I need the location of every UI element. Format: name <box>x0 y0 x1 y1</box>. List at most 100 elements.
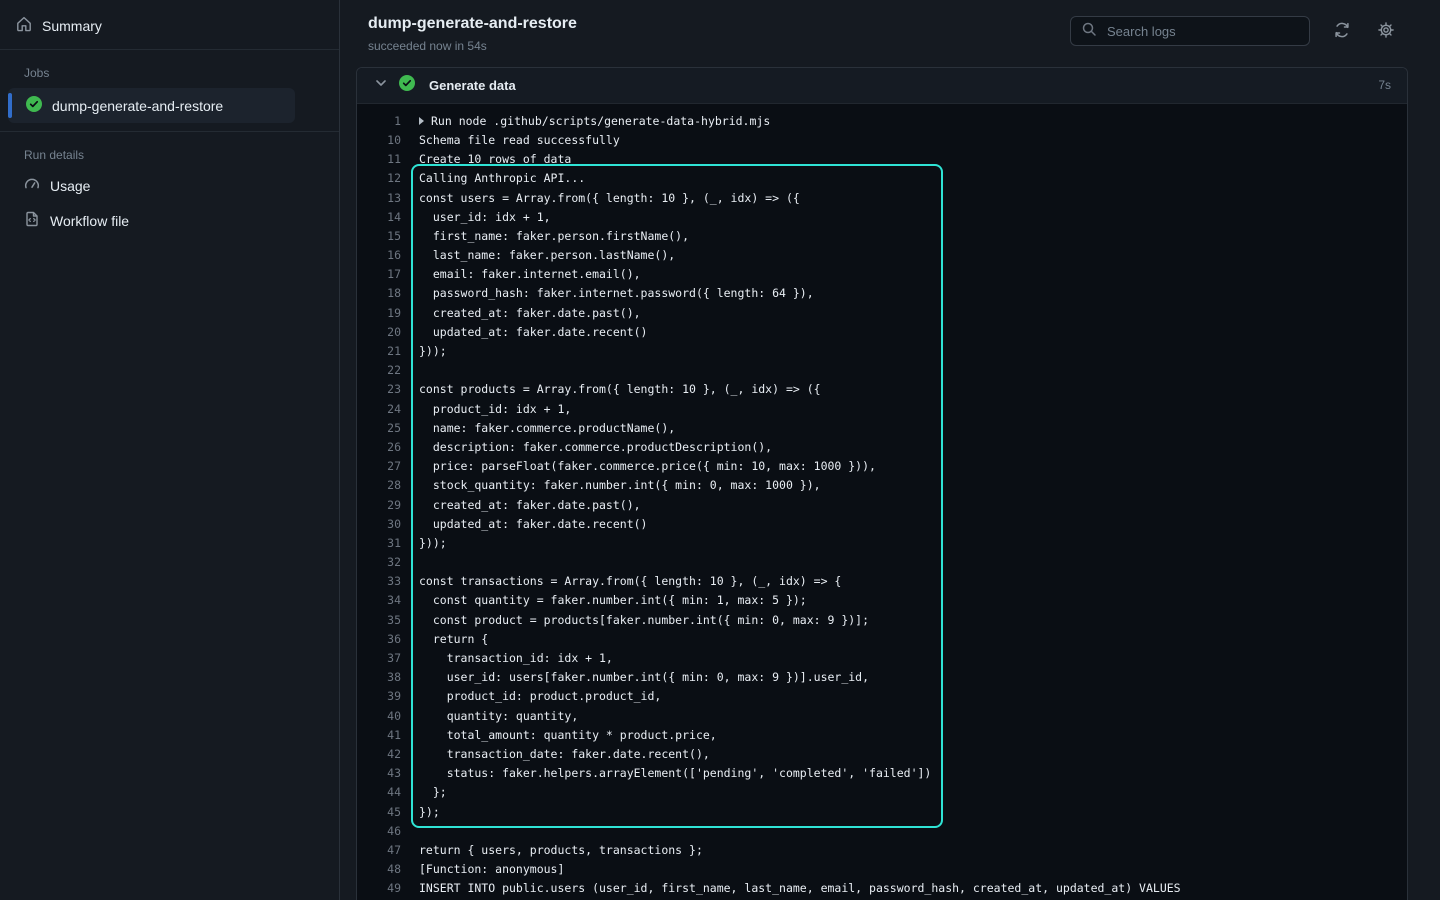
log-line-number[interactable]: 33 <box>357 572 401 591</box>
log-line-number[interactable]: 20 <box>357 323 401 342</box>
log-line[interactable]: 30 updated_at: faker.date.recent() <box>357 515 1407 534</box>
log-line-number[interactable]: 13 <box>357 189 401 208</box>
log-line[interactable]: 29 created_at: faker.date.past(), <box>357 496 1407 515</box>
log-line-number[interactable]: 26 <box>357 438 401 457</box>
log-line-number[interactable]: 29 <box>357 496 401 515</box>
log-line-number[interactable]: 23 <box>357 380 401 399</box>
log-line[interactable]: 16 last_name: faker.person.lastName(), <box>357 246 1407 265</box>
log-line[interactable]: 21})); <box>357 342 1407 361</box>
log-line-number[interactable]: 48 <box>357 860 401 879</box>
log-line[interactable]: 48[Function: anonymous] <box>357 860 1407 879</box>
log-line[interactable]: 28 stock_quantity: faker.number.int({ mi… <box>357 476 1407 495</box>
home-icon <box>16 16 32 35</box>
log-line-text: price: parseFloat(faker.commerce.price({… <box>401 457 1407 476</box>
log-line[interactable]: 32 <box>357 553 1407 572</box>
log-line-number[interactable]: 46 <box>357 822 401 841</box>
log-line[interactable]: 11Create 10 rows of data <box>357 150 1407 169</box>
chevron-down-icon[interactable] <box>373 75 389 96</box>
log-line[interactable]: 31})); <box>357 534 1407 553</box>
meter-icon <box>24 176 40 195</box>
log-line-number[interactable]: 32 <box>357 553 401 572</box>
search-logs-input[interactable] <box>1105 23 1299 40</box>
log-line[interactable]: 15 first_name: faker.person.firstName(), <box>357 227 1407 246</box>
log-line[interactable]: 14 user_id: idx + 1, <box>357 208 1407 227</box>
log-line[interactable]: 27 price: parseFloat(faker.commerce.pric… <box>357 457 1407 476</box>
log-line[interactable]: 17 email: faker.internet.email(), <box>357 265 1407 284</box>
log-line[interactable]: 12Calling Anthropic API... <box>357 169 1407 188</box>
log-line-number[interactable]: 31 <box>357 534 401 553</box>
expand-group-icon[interactable] <box>419 117 424 125</box>
log-line-number[interactable]: 27 <box>357 457 401 476</box>
log-line[interactable]: 36 return { <box>357 630 1407 649</box>
sidebar-item-usage[interactable]: Usage <box>0 168 339 203</box>
log-line-number[interactable]: 44 <box>357 783 401 802</box>
log-line-number[interactable]: 41 <box>357 726 401 745</box>
log-line[interactable]: 26 description: faker.commerce.productDe… <box>357 438 1407 457</box>
log-line[interactable]: 22 <box>357 361 1407 380</box>
log-line[interactable]: 25 name: faker.commerce.productName(), <box>357 419 1407 438</box>
log-line-text: transaction_id: idx + 1, <box>401 649 1407 668</box>
sidebar-item-summary[interactable]: Summary <box>0 6 339 45</box>
log-line-text: INSERT INTO public.users (user_id, first… <box>401 879 1407 898</box>
log-line-number[interactable]: 22 <box>357 361 401 380</box>
log-line-number[interactable]: 49 <box>357 879 401 898</box>
log-line-number[interactable]: 18 <box>357 284 401 303</box>
log-line-number[interactable]: 21 <box>357 342 401 361</box>
log-line-number[interactable]: 40 <box>357 707 401 726</box>
log-line-text: created_at: faker.date.past(), <box>401 496 1407 515</box>
log-line[interactable]: 47return { users, products, transactions… <box>357 841 1407 860</box>
log-line-number[interactable]: 15 <box>357 227 401 246</box>
sidebar-job-item[interactable]: dump-generate-and-restore <box>8 88 295 123</box>
log-line-number[interactable]: 11 <box>357 150 401 169</box>
log-line[interactable]: 34 const quantity = faker.number.int({ m… <box>357 591 1407 610</box>
log-line-number[interactable]: 1 <box>357 112 401 131</box>
log-line[interactable]: 33const transactions = Array.from({ leng… <box>357 572 1407 591</box>
log-line-number[interactable]: 12 <box>357 169 401 188</box>
settings-button[interactable] <box>1374 18 1398 45</box>
log-line-number[interactable]: 38 <box>357 668 401 687</box>
log-line-number[interactable]: 43 <box>357 764 401 783</box>
log-line[interactable]: 41 total_amount: quantity * product.pric… <box>357 726 1407 745</box>
log-line-text: description: faker.commerce.productDescr… <box>401 438 1407 457</box>
log-line-number[interactable]: 37 <box>357 649 401 668</box>
log-line[interactable]: 20 updated_at: faker.date.recent() <box>357 323 1407 342</box>
log-line[interactable]: 39 product_id: product.product_id, <box>357 687 1407 706</box>
log-line[interactable]: 13const users = Array.from({ length: 10 … <box>357 189 1407 208</box>
log-line-number[interactable]: 36 <box>357 630 401 649</box>
log-line[interactable]: 46 <box>357 822 1407 841</box>
log-line-number[interactable]: 14 <box>357 208 401 227</box>
log-line[interactable]: 38 user_id: users[faker.number.int({ min… <box>357 668 1407 687</box>
log-line[interactable]: 19 created_at: faker.date.past(), <box>357 304 1407 323</box>
log-line-number[interactable]: 30 <box>357 515 401 534</box>
log-line-number[interactable]: 47 <box>357 841 401 860</box>
log-line[interactable]: 23const products = Array.from({ length: … <box>357 380 1407 399</box>
log-line-number[interactable]: 17 <box>357 265 401 284</box>
log-line[interactable]: 24 product_id: idx + 1, <box>357 400 1407 419</box>
log-line-number[interactable]: 25 <box>357 419 401 438</box>
log-line[interactable]: 42 transaction_date: faker.date.recent()… <box>357 745 1407 764</box>
log-line[interactable]: 40 quantity: quantity, <box>357 707 1407 726</box>
log-line-number[interactable]: 39 <box>357 687 401 706</box>
log-line-number[interactable]: 45 <box>357 803 401 822</box>
log-line[interactable]: 1Run node .github/scripts/generate-data-… <box>357 112 1407 131</box>
log-line[interactable]: 18 password_hash: faker.internet.passwor… <box>357 284 1407 303</box>
refresh-button[interactable] <box>1330 18 1354 45</box>
log-line[interactable]: 49INSERT INTO public.users (user_id, fir… <box>357 879 1407 898</box>
log-line-number[interactable]: 16 <box>357 246 401 265</box>
log-line[interactable]: 37 transaction_id: idx + 1, <box>357 649 1407 668</box>
log-line[interactable]: 35 const product = products[faker.number… <box>357 611 1407 630</box>
log-line-number[interactable]: 28 <box>357 476 401 495</box>
log-line-number[interactable]: 35 <box>357 611 401 630</box>
log-line[interactable]: 10Schema file read successfully <box>357 131 1407 150</box>
sidebar-item-workflow-file[interactable]: Workflow file <box>0 203 339 238</box>
log-line[interactable]: 44 }; <box>357 783 1407 802</box>
log-line[interactable]: 45}); <box>357 803 1407 822</box>
log-line-text <box>401 361 1407 380</box>
log-line-number[interactable]: 42 <box>357 745 401 764</box>
step-header-generate-data[interactable]: Generate data 7s <box>357 68 1407 104</box>
log-line[interactable]: 43 status: faker.helpers.arrayElement(['… <box>357 764 1407 783</box>
log-line-number[interactable]: 19 <box>357 304 401 323</box>
log-line-number[interactable]: 10 <box>357 131 401 150</box>
log-line-number[interactable]: 34 <box>357 591 401 610</box>
log-line-number[interactable]: 24 <box>357 400 401 419</box>
